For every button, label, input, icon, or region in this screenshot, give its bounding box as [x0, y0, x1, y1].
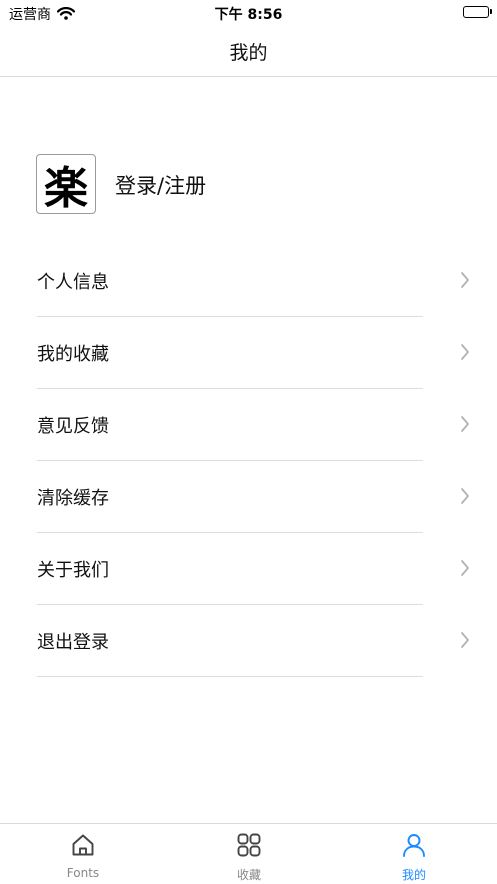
- menu-item-label: 我的收藏: [37, 344, 109, 365]
- menu-item-label: 清除缓存: [37, 488, 109, 509]
- home-icon: [0, 832, 166, 858]
- tab-label: 收藏: [236, 868, 261, 882]
- tab-favorites[interactable]: 收藏: [166, 824, 332, 884]
- battery-icon: [463, 6, 489, 18]
- status-time: 下午 8:56: [214, 7, 283, 23]
- avatar[interactable]: 楽: [36, 154, 96, 214]
- menu-item-about-us[interactable]: 关于我们: [0, 533, 497, 605]
- chevron-right-icon: [460, 560, 470, 580]
- battery-tip: [490, 9, 492, 14]
- tab-label: 我的: [401, 868, 426, 882]
- status-bar: 运营商 下午 8:56: [0, 0, 497, 26]
- chevron-right-icon: [460, 416, 470, 436]
- menu-item-label: 意见反馈: [37, 416, 109, 437]
- person-icon: [331, 832, 497, 858]
- chevron-right-icon: [460, 488, 470, 508]
- settings-menu: 个人信息 我的收藏 意见反馈 清除缓存 关于我们 退出登录: [0, 245, 497, 677]
- page-title: 我的: [229, 42, 268, 64]
- login-register-link[interactable]: 登录/注册: [115, 170, 206, 200]
- menu-item-profile-info[interactable]: 个人信息: [0, 245, 497, 317]
- grid-icon: [166, 832, 332, 858]
- nav-bar: 我的: [0, 26, 497, 77]
- menu-item-feedback[interactable]: 意见反馈: [0, 389, 497, 461]
- menu-item-label: 退出登录: [37, 632, 109, 653]
- menu-item-label: 关于我们: [37, 560, 109, 581]
- menu-item-favorites[interactable]: 我的收藏: [0, 317, 497, 389]
- menu-item-clear-cache[interactable]: 清除缓存: [0, 461, 497, 533]
- tab-label: Fonts: [66, 866, 100, 880]
- menu-item-label: 个人信息: [37, 272, 109, 293]
- chevron-right-icon: [460, 344, 470, 364]
- chevron-right-icon: [460, 632, 470, 652]
- tab-fonts[interactable]: Fonts: [0, 824, 166, 884]
- tab-mine[interactable]: 我的: [331, 824, 497, 884]
- chevron-right-icon: [460, 272, 470, 292]
- menu-item-logout[interactable]: 退出登录: [0, 605, 497, 677]
- tab-bar: Fonts 收藏 我的: [0, 823, 497, 883]
- divider: [37, 676, 423, 677]
